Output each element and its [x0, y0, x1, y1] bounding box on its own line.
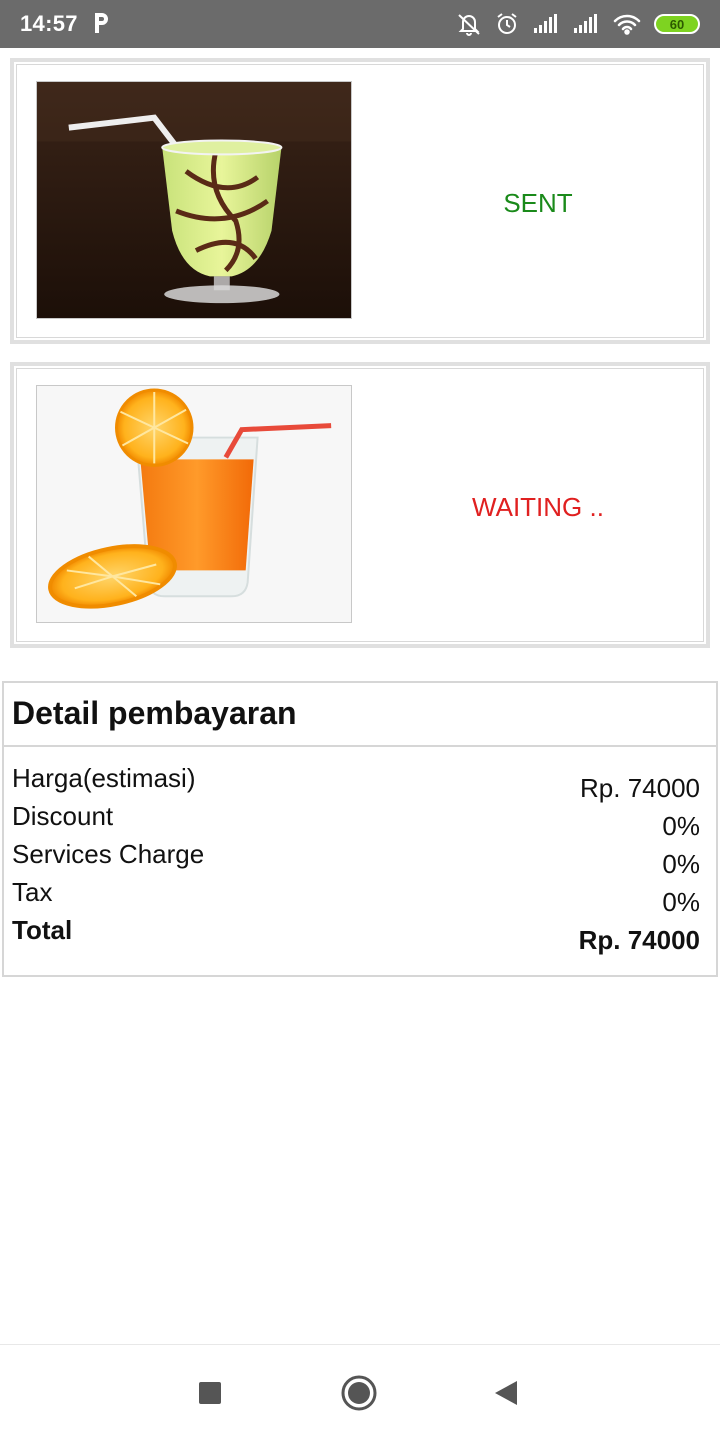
row-value-harga: Rp. 74000: [580, 773, 700, 803]
divider: [4, 745, 716, 747]
signal-icon: [532, 13, 560, 35]
home-circle-icon[interactable]: [337, 1371, 381, 1415]
alarm-icon: [494, 11, 520, 37]
row-label-discount: Discount: [12, 801, 114, 831]
status-bar: 14:57 60: [0, 0, 720, 48]
bell-off-icon: [456, 11, 482, 37]
status-time: 14:57: [20, 11, 78, 36]
back-triangle-icon[interactable]: [484, 1371, 528, 1415]
row-value-service-charge: 0%: [662, 849, 700, 879]
row-value-tax: 0%: [662, 887, 700, 917]
wifi-icon: [612, 12, 642, 36]
order-card[interactable]: SENT: [10, 58, 710, 344]
avocado-juice-image: [36, 81, 352, 319]
row-label-harga: Harga(estimasi): [12, 763, 196, 793]
recents-square-icon[interactable]: [188, 1371, 232, 1415]
row-value-total: Rp. 74000: [578, 925, 700, 955]
row-label-tax: Tax: [12, 877, 53, 907]
battery-level: 60: [669, 16, 685, 32]
parking-icon: [92, 10, 112, 36]
navigation-bar: [0, 1344, 720, 1441]
order-status: SENT: [503, 188, 573, 218]
order-card[interactable]: WAITING ..: [10, 362, 710, 648]
row-value-discount: 0%: [662, 811, 700, 841]
row-label-service-charge: Services Charge: [12, 839, 205, 869]
orange-juice-image: [36, 385, 352, 623]
payment-detail-panel: Detail pembayaran Harga(estimasi) Rp. 74…: [2, 681, 718, 977]
order-status: WAITING ..: [472, 492, 604, 522]
payment-detail-title: Detail pembayaran: [12, 695, 297, 731]
row-label-total: Total: [12, 915, 73, 945]
battery-icon: 60: [654, 14, 700, 34]
signal-icon: [572, 13, 600, 35]
